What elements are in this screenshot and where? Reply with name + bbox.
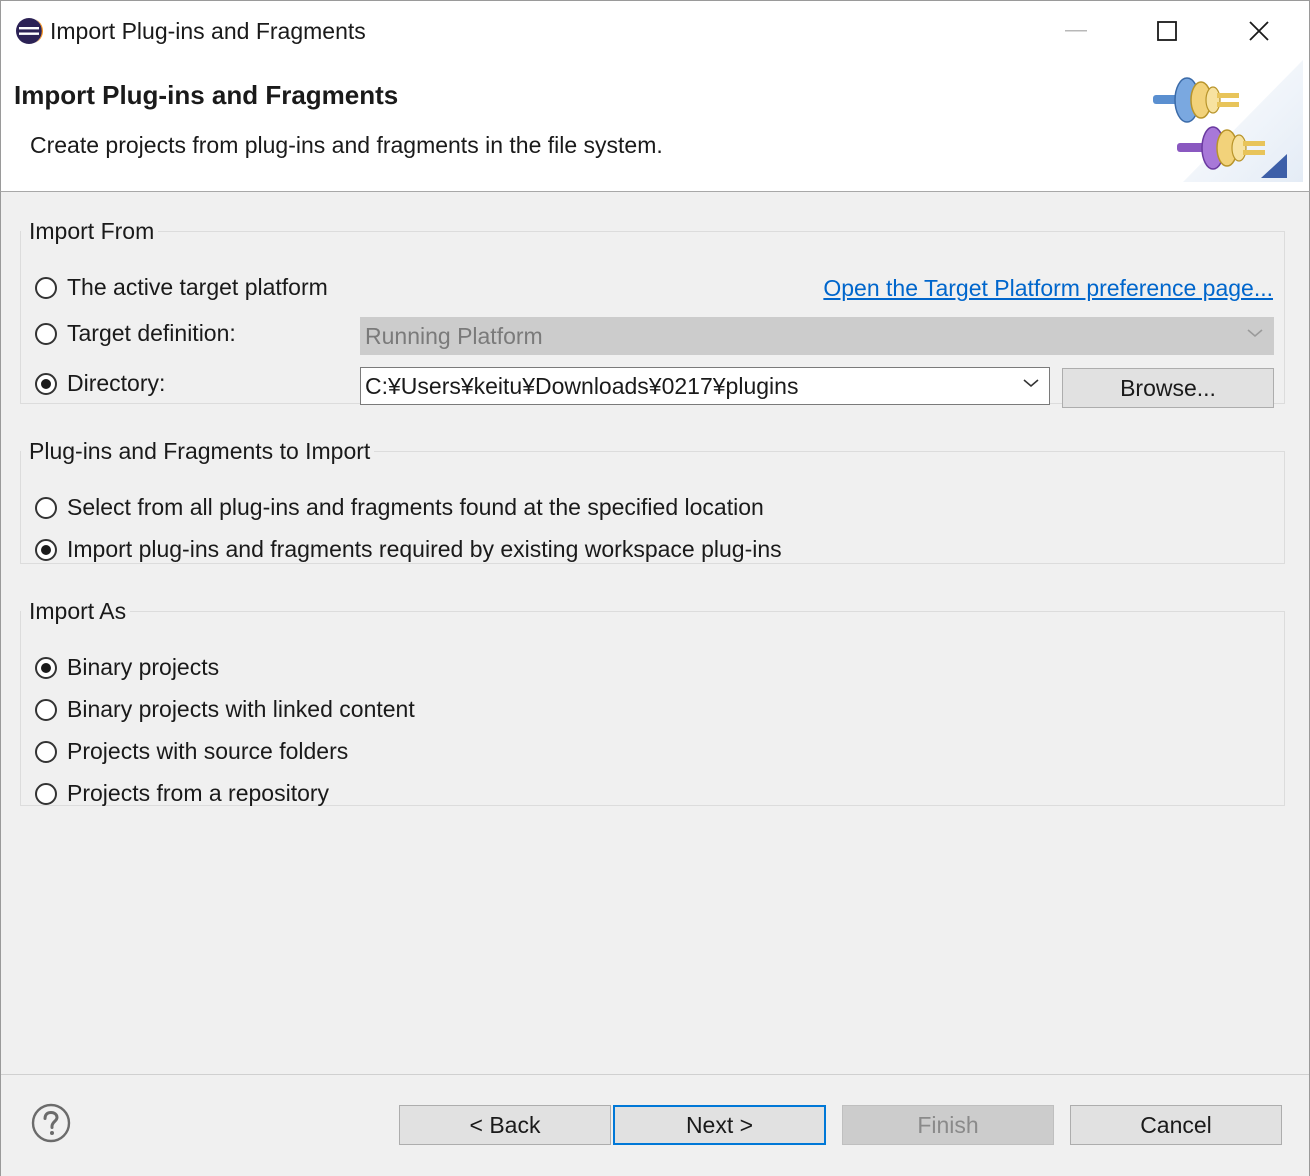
import-as-legend: Import As <box>29 598 127 624</box>
cancel-button[interactable]: Cancel <box>1070 1105 1282 1145</box>
radio-binary-projects[interactable]: Binary projects <box>35 654 219 681</box>
radio-select-from-all[interactable]: Select from all plug-ins and fragments f… <box>35 494 764 521</box>
radio-label: Projects from a repository <box>67 780 330 806</box>
radio-button[interactable] <box>35 496 57 519</box>
radio-directory[interactable]: Directory: <box>35 370 165 397</box>
radio-button[interactable] <box>35 656 57 679</box>
radio-button[interactable] <box>35 276 57 299</box>
combo-value: Running Platform <box>365 322 543 349</box>
maximize-button[interactable] <box>1150 15 1184 47</box>
radio-target-definition[interactable]: Target definition: <box>35 320 236 347</box>
help-icon[interactable] <box>31 1103 71 1143</box>
chevron-down-icon <box>1247 329 1263 338</box>
plugins-to-import-group: Plug-ins and Fragments to Import Select … <box>20 438 1285 564</box>
eclipse-icon <box>16 18 43 44</box>
radio-label: Binary projects <box>67 654 220 680</box>
minimize-icon <box>1065 30 1087 32</box>
radio-label: The active target platform <box>67 274 328 300</box>
wizard-content: Import From The active target platform O… <box>0 192 1310 1176</box>
radio-button[interactable] <box>35 538 57 561</box>
browse-button[interactable]: Browse... <box>1062 368 1274 408</box>
radio-source-folders[interactable]: Projects with source folders <box>35 738 348 765</box>
radio-active-target-platform[interactable]: The active target platform <box>35 274 328 301</box>
import-from-legend: Import From <box>29 218 155 244</box>
radio-from-repository[interactable]: Projects from a repository <box>35 780 329 807</box>
target-definition-combo: Running Platform <box>360 317 1274 355</box>
radio-label: Binary projects with linked content <box>67 696 415 722</box>
plugins-to-import-legend: Plug-ins and Fragments to Import <box>29 438 371 464</box>
close-icon <box>1249 21 1269 41</box>
radio-button[interactable] <box>35 698 57 721</box>
radio-binary-linked-content[interactable]: Binary projects with linked content <box>35 696 415 723</box>
target-platform-preference-link[interactable]: Open the Target Platform preference page… <box>823 275 1273 302</box>
plugin-connectors-wizard-graphic <box>1153 60 1303 182</box>
next-button[interactable]: Next > <box>613 1105 826 1145</box>
title-bar: Import Plug-ins and Fragments <box>0 0 1310 61</box>
chevron-down-icon[interactable] <box>1023 378 1039 388</box>
wizard-header: Import Plug-ins and Fragments Create pro… <box>0 60 1310 192</box>
finish-button: Finish <box>842 1105 1054 1145</box>
window-title: Import Plug-ins and Fragments <box>50 18 366 44</box>
page-description: Create projects from plug-ins and fragme… <box>30 132 663 158</box>
minimize-button[interactable] <box>1059 15 1093 47</box>
close-button[interactable] <box>1242 15 1276 47</box>
import-as-group: Import As Binary projects Binary project… <box>20 598 1285 806</box>
maximize-icon <box>1157 21 1177 41</box>
import-from-group: Import From The active target platform O… <box>20 218 1285 408</box>
radio-button[interactable] <box>35 372 57 395</box>
radio-button[interactable] <box>35 322 57 345</box>
radio-button[interactable] <box>35 782 57 805</box>
page-title: Import Plug-ins and Fragments <box>14 80 399 110</box>
back-button[interactable]: < Back <box>399 1105 611 1145</box>
footer-separator <box>1 1074 1309 1075</box>
radio-import-required[interactable]: Import plug-ins and fragments required b… <box>35 536 782 563</box>
directory-input[interactable]: C:¥Users¥keitu¥Downloads¥0217¥plugins <box>365 373 798 400</box>
radio-label: Import plug-ins and fragments required b… <box>67 536 782 562</box>
radio-button[interactable] <box>35 740 57 763</box>
directory-combo[interactable]: C:¥Users¥keitu¥Downloads¥0217¥plugins <box>360 367 1050 405</box>
radio-label: Projects with source folders <box>67 738 349 764</box>
radio-label: Target definition: <box>67 320 236 346</box>
radio-label: Select from all plug-ins and fragments f… <box>67 494 764 520</box>
radio-label: Directory: <box>67 370 166 396</box>
